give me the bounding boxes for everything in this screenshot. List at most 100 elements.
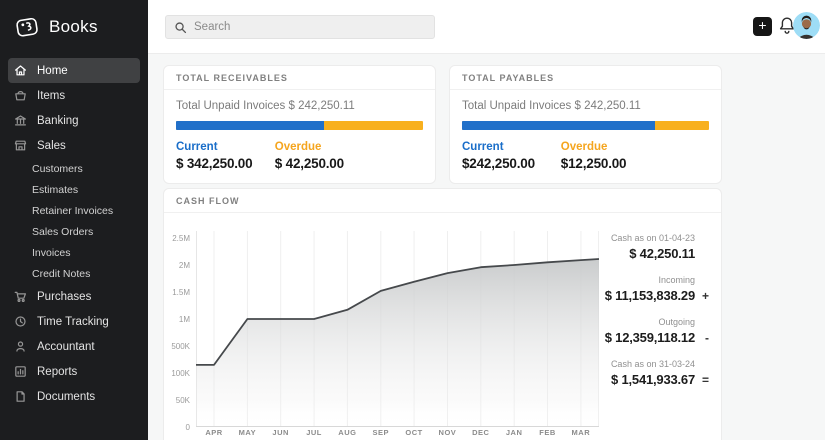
sidebar-item-label: Retainer Invoices: [32, 205, 113, 217]
receivables-progress-bar: [176, 121, 423, 130]
month-label: OCT: [397, 428, 431, 437]
unpaid-invoices-text: Total Unpaid Invoices $ 242,250.11: [176, 100, 423, 112]
sidebar-item-sales[interactable]: Sales: [8, 133, 140, 158]
clock-icon: [12, 314, 28, 330]
minus-operator: -: [695, 331, 709, 345]
month-label: SEP: [364, 428, 398, 437]
sidebar-item-label: Estimates: [32, 184, 78, 196]
summary-cards: TOTAL RECEIVABLES Total Unpaid Invoices …: [163, 65, 722, 184]
sidebar-item-banking[interactable]: Banking: [8, 108, 140, 133]
month-label: NOV: [430, 428, 464, 437]
sidebar-nav: Home Items Banking: [0, 58, 148, 409]
stat-outgoing: Outgoing $ 12,359,118.12 -: [569, 317, 709, 345]
month-label: JUL: [297, 428, 331, 437]
month-label: JAN: [497, 428, 531, 437]
books-logo-icon: [14, 14, 40, 40]
sidebar: Books Home Items: [0, 0, 148, 440]
search-input[interactable]: [194, 21, 426, 33]
total-payables-card: TOTAL PAYABLES Total Unpaid Invoices $ 2…: [449, 65, 722, 184]
report-icon: [12, 364, 28, 380]
y-tick-label: 100K: [164, 369, 190, 378]
sidebar-item-retainer-invoices[interactable]: Retainer Invoices: [8, 200, 140, 221]
y-tick-label: 500K: [164, 342, 190, 351]
cart-icon: [12, 289, 28, 305]
month-label: MAR: [564, 428, 598, 437]
y-tick-label: 1M: [164, 315, 190, 324]
app-logo[interactable]: Books: [0, 0, 148, 50]
y-tick-label: 0: [164, 423, 190, 432]
home-icon: [12, 63, 28, 79]
sidebar-item-label: Time Tracking: [37, 316, 109, 328]
overdue-label: Overdue: [561, 141, 660, 153]
unpaid-invoices-text: Total Unpaid Invoices $ 242,250.11: [462, 100, 709, 112]
month-label: APR: [197, 428, 231, 437]
sidebar-item-home[interactable]: Home: [8, 58, 140, 83]
sidebar-item-label: Banking: [37, 115, 79, 127]
sidebar-item-label: Home: [37, 65, 68, 77]
search-icon: [174, 21, 187, 34]
add-button[interactable]: +: [753, 17, 772, 36]
month-label: JUN: [264, 428, 298, 437]
sidebar-item-label: Customers: [32, 163, 83, 175]
cashflow-area-chart: [196, 231, 599, 427]
y-tick-label: 2M: [164, 261, 190, 270]
overdue-label: Overdue: [275, 141, 374, 153]
sidebar-item-sales-orders[interactable]: Sales Orders: [8, 221, 140, 242]
app-title: Books: [49, 17, 98, 37]
overdue-amount: $12,250.00: [561, 156, 660, 171]
search-box[interactable]: [165, 15, 435, 39]
cashflow-stats: Cash as on 01-04-23 $ 42,250.11 Incoming…: [569, 233, 709, 401]
storefront-icon: [12, 138, 28, 154]
sidebar-item-label: Reports: [37, 366, 77, 378]
payables-progress-bar: [462, 121, 709, 130]
stat-opening-cash: Cash as on 01-04-23 $ 42,250.11: [569, 233, 709, 261]
receivables-current-bar: [176, 121, 324, 130]
overdue-amount: $ 42,250.00: [275, 156, 374, 171]
month-label: FEB: [531, 428, 565, 437]
document-icon: [12, 389, 28, 405]
sidebar-item-label: Purchases: [37, 291, 91, 303]
user-avatar[interactable]: [793, 12, 820, 39]
plus-icon: +: [758, 17, 766, 33]
cash-flow-title: CASH FLOW: [164, 189, 721, 213]
sidebar-item-accountant[interactable]: Accountant: [8, 334, 140, 359]
month-label: AUG: [330, 428, 364, 437]
y-tick-label: 1.5M: [164, 288, 190, 297]
sidebar-item-label: Documents: [37, 391, 95, 403]
sidebar-item-estimates[interactable]: Estimates: [8, 179, 140, 200]
sidebar-item-items[interactable]: Items: [8, 83, 140, 108]
card-title: TOTAL RECEIVABLES: [164, 66, 435, 90]
cash-flow-card: CASH FLOW 050K100K500K1M1.5M2M2.5M APRMA…: [163, 188, 722, 440]
basket-icon: [12, 88, 28, 104]
sidebar-item-time-tracking[interactable]: Time Tracking: [8, 309, 140, 334]
stat-incoming: Incoming $ 11,153,838.29 +: [569, 275, 709, 303]
y-tick-label: 50K: [164, 396, 190, 405]
main-content: +: [148, 0, 825, 440]
plus-operator: +: [695, 289, 709, 303]
topbar: +: [148, 0, 825, 54]
sidebar-item-label: Credit Notes: [32, 268, 90, 280]
sidebar-item-label: Sales: [37, 140, 66, 152]
month-label: MAY: [230, 428, 264, 437]
sidebar-item-purchases[interactable]: Purchases: [8, 284, 140, 309]
sidebar-item-label: Invoices: [32, 247, 71, 259]
sidebar-item-reports[interactable]: Reports: [8, 359, 140, 384]
month-label: DEC: [464, 428, 498, 437]
total-receivables-card: TOTAL RECEIVABLES Total Unpaid Invoices …: [163, 65, 436, 184]
current-label: Current: [176, 141, 275, 153]
app-window: Books Home Items: [0, 0, 825, 440]
sidebar-item-invoices[interactable]: Invoices: [8, 242, 140, 263]
stat-closing-cash: Cash as on 31-03-24 $ 1,541,933.67 =: [569, 359, 709, 387]
current-amount: $ 342,250.00: [176, 156, 275, 171]
person-icon: [12, 339, 28, 355]
sidebar-item-label: Accountant: [37, 341, 95, 353]
current-amount: $242,250.00: [462, 156, 561, 171]
card-title: TOTAL PAYABLES: [450, 66, 721, 90]
sidebar-item-documents[interactable]: Documents: [8, 384, 140, 409]
equals-operator: =: [695, 373, 709, 387]
sidebar-item-customers[interactable]: Customers: [8, 158, 140, 179]
sidebar-item-label: Sales Orders: [32, 226, 93, 238]
sidebar-item-credit-notes[interactable]: Credit Notes: [8, 263, 140, 284]
payables-current-bar: [462, 121, 655, 130]
y-tick-label: 2.5M: [164, 234, 190, 243]
